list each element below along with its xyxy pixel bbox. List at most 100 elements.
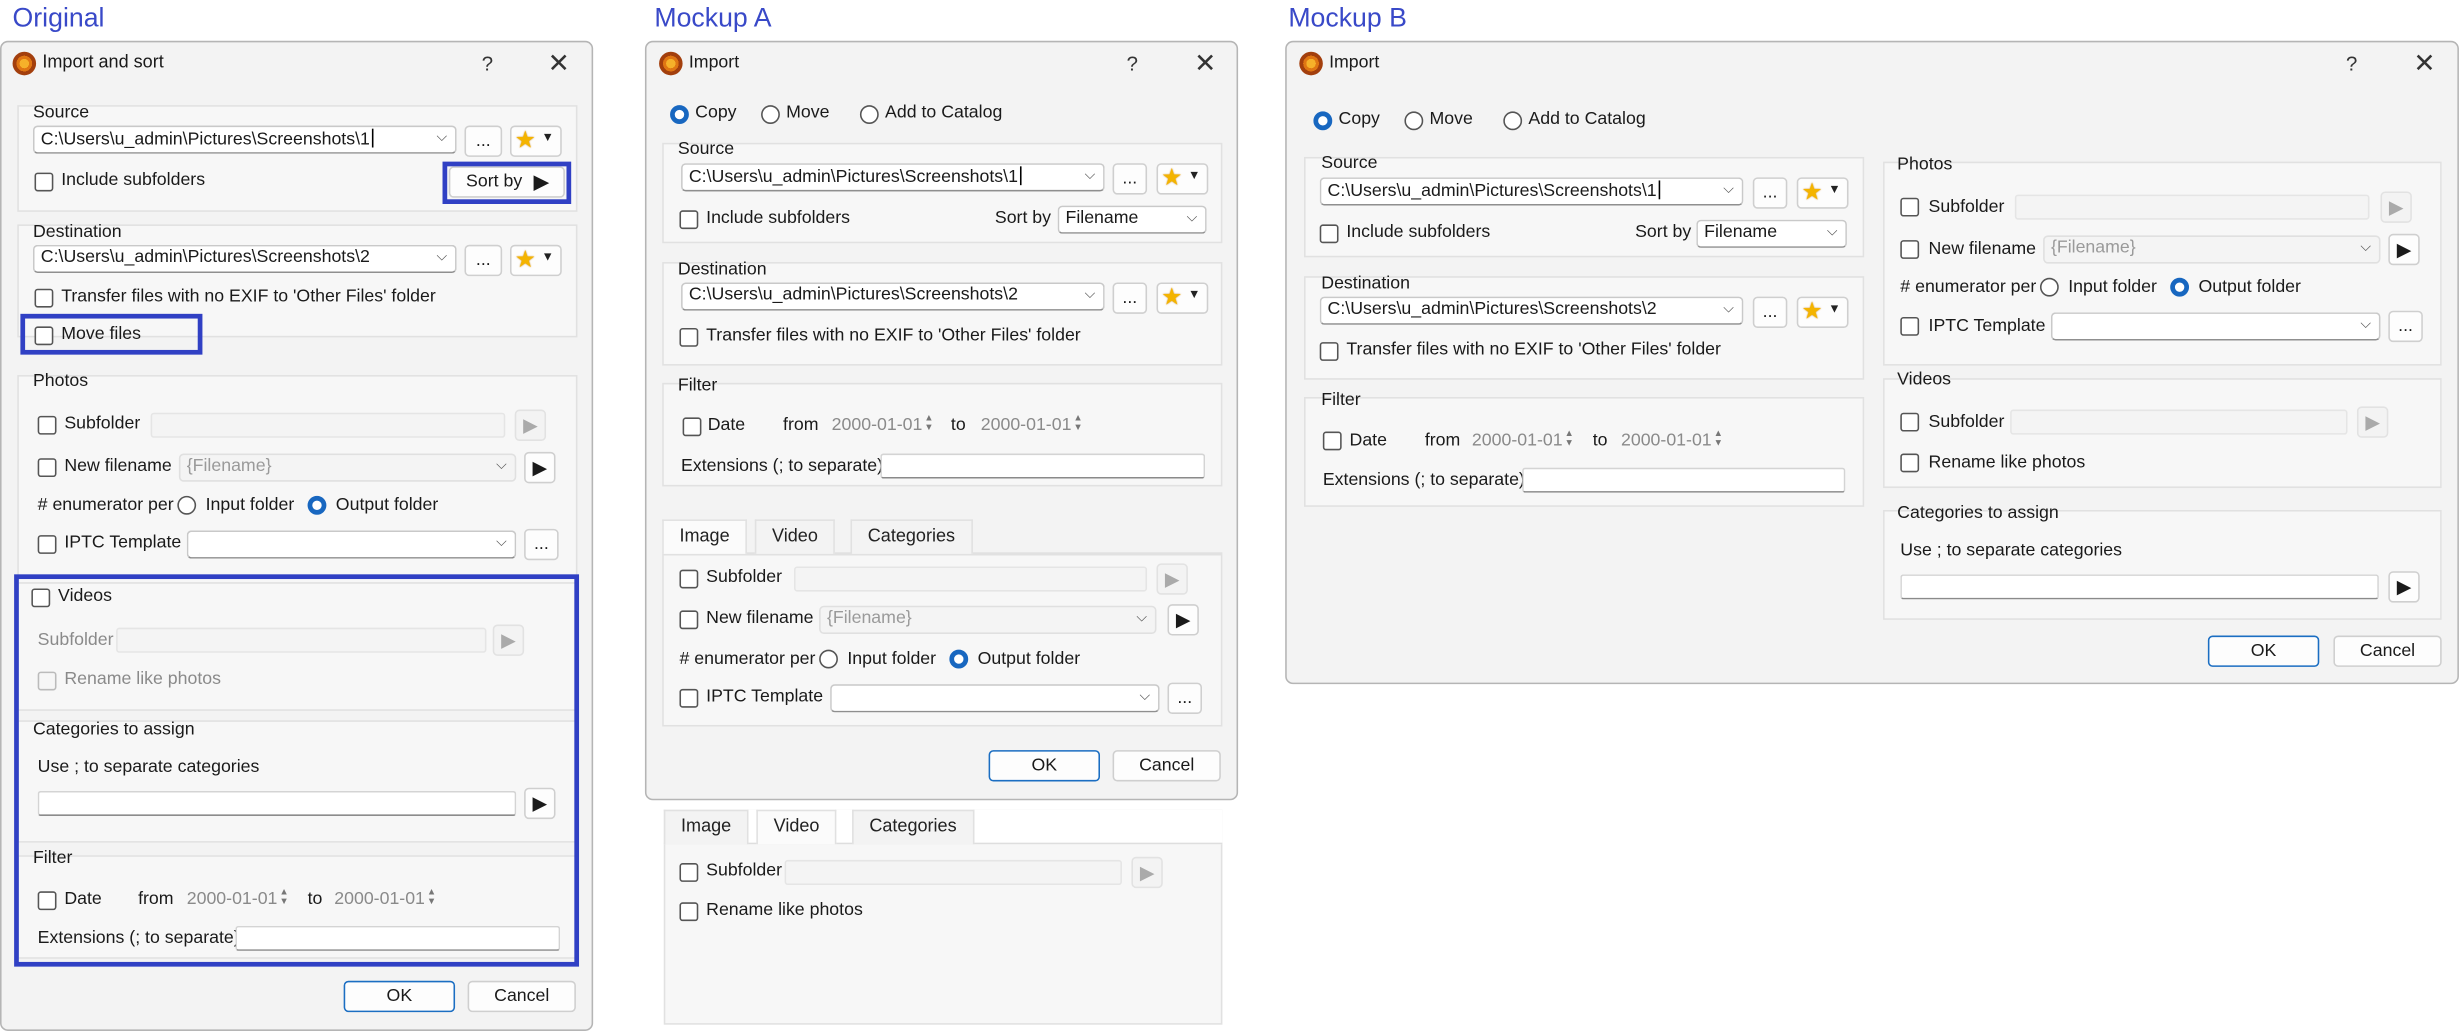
date-from-field[interactable]: 2000-01-01 (832, 416, 923, 435)
new-filename-checkbox[interactable] (1900, 240, 1920, 259)
videos-checkbox[interactable] (31, 588, 51, 608)
move-radio[interactable] (761, 105, 780, 124)
sort-by-combo[interactable]: Filename ⌵ (1696, 219, 1847, 248)
tab-video[interactable]: Video (756, 809, 837, 845)
ok-button[interactable]: OK (2207, 635, 2320, 667)
ok-button[interactable]: OK (343, 980, 456, 1013)
videos-subfolder-field[interactable] (116, 627, 487, 653)
help-button[interactable]: ? (482, 52, 493, 76)
new-filename-combo[interactable]: {Filename} ⌵ (2043, 235, 2381, 264)
photos-subfolder-checkbox[interactable] (37, 415, 57, 435)
add-to-catalog-radio[interactable] (1503, 111, 1523, 131)
iptc-browse-button[interactable]: ... (1167, 682, 1203, 714)
destination-favorites-button[interactable]: ★ ▼ (509, 244, 562, 277)
output-folder-radio[interactable] (307, 495, 327, 515)
iptc-template-combo[interactable]: ⌵ (186, 530, 517, 559)
photos-subfolder-field[interactable] (150, 412, 506, 438)
videos-subfolder-play-button[interactable]: ▶ (492, 624, 525, 656)
new-filename-play-button[interactable]: ▶ (2388, 233, 2420, 266)
output-folder-radio[interactable] (2170, 277, 2190, 297)
input-folder-radio[interactable] (177, 495, 197, 515)
new-filename-combo[interactable]: {Filename} ⌵ (819, 605, 1157, 634)
add-to-catalog-radio[interactable] (859, 105, 879, 124)
videos-subfolder-field[interactable] (2010, 409, 2348, 435)
spin-arrows-icon[interactable]: ▲ ▼ (1714, 430, 1723, 449)
move-files-checkbox[interactable] (34, 326, 54, 346)
new-filename-combo[interactable]: {Filename} ⌵ (178, 453, 517, 482)
close-button[interactable]: ✕ (1194, 49, 1216, 80)
source-favorites-button[interactable]: ★ ▼ (1156, 163, 1209, 195)
sort-by-combo[interactable]: Filename ⌵ (1057, 205, 1207, 234)
help-button[interactable]: ? (1127, 52, 1138, 76)
copy-radio[interactable] (1313, 111, 1333, 131)
photos-subfolder-play-button[interactable]: ▶ (1156, 563, 1188, 595)
destination-path-combo[interactable]: C:\Users\u_admin\Pictures\Screenshots\2 ⌵ (1319, 296, 1744, 325)
date-checkbox[interactable] (1322, 431, 1342, 451)
destination-favorites-button[interactable]: ★ ▼ (1156, 282, 1209, 314)
transfer-no-exif-checkbox[interactable] (679, 327, 699, 347)
date-to-field[interactable]: 2000-01-01 (1621, 432, 1712, 451)
iptc-template-checkbox[interactable] (1900, 316, 1920, 336)
input-folder-radio[interactable] (2039, 277, 2059, 297)
destination-favorites-button[interactable]: ★ ▼ (1796, 296, 1849, 328)
spin-arrows-icon[interactable]: ▲ ▼ (427, 888, 436, 907)
destination-path-combo[interactable]: C:\Users\u_admin\Pictures\Screenshots\2 ⌵ (681, 282, 1105, 311)
categories-play-button[interactable]: ▶ (524, 787, 556, 820)
source-path-combo[interactable]: C:\Users\u_admin\Pictures\Screenshots\1 ⌵ (32, 125, 457, 154)
photos-subfolder-field[interactable] (794, 566, 1148, 592)
photos-subfolder-play-button[interactable]: ▶ (514, 409, 547, 441)
categories-field[interactable] (1900, 574, 2379, 600)
destination-path-combo[interactable]: C:\Users\u_admin\Pictures\Screenshots\2 ⌵ (32, 244, 457, 274)
source-browse-button[interactable]: ... (464, 125, 503, 157)
photos-subfolder-field[interactable] (2014, 194, 2370, 220)
videos-subfolder-play-button[interactable]: ▶ (2356, 406, 2389, 438)
help-button[interactable]: ? (2346, 52, 2357, 76)
include-subfolders-checkbox[interactable] (1319, 224, 1339, 244)
input-folder-radio[interactable] (819, 649, 838, 669)
tab-image[interactable]: Image (663, 809, 749, 845)
new-filename-checkbox[interactable] (37, 458, 57, 478)
spin-arrows-icon[interactable]: ▲ ▼ (1073, 414, 1082, 433)
tab-image[interactable]: Image (662, 519, 747, 554)
iptc-template-combo[interactable]: ⌵ (2050, 312, 2381, 341)
date-from-field[interactable]: 2000-01-01 (1472, 432, 1563, 451)
transfer-no-exif-checkbox[interactable] (1319, 342, 1339, 361)
videos-subfolder-play-button[interactable]: ▶ (1131, 856, 1163, 889)
copy-radio[interactable] (670, 105, 689, 124)
iptc-template-combo[interactable]: ⌵ (830, 684, 1160, 713)
destination-browse-button[interactable]: ... (464, 244, 503, 277)
cancel-button[interactable]: Cancel (2333, 635, 2442, 667)
move-radio[interactable] (1404, 111, 1424, 131)
source-favorites-button[interactable]: ★ ▼ (509, 125, 562, 157)
tab-categories[interactable]: Categories (850, 519, 973, 554)
iptc-browse-button[interactable]: ... (524, 528, 559, 561)
date-to-field[interactable]: 2000-01-01 (334, 890, 425, 909)
ok-button[interactable]: OK (988, 750, 1101, 782)
date-from-field[interactable]: 2000-01-01 (187, 890, 278, 909)
spin-arrows-icon[interactable]: ▲ ▼ (924, 414, 933, 433)
date-to-field[interactable]: 2000-01-01 (981, 416, 1072, 435)
extensions-field[interactable] (1522, 467, 1846, 493)
spin-arrows-icon[interactable]: ▲ ▼ (1564, 430, 1573, 449)
source-browse-button[interactable]: ... (1752, 177, 1788, 209)
videos-subfolder-field[interactable] (784, 859, 1122, 886)
photos-subfolder-play-button[interactable]: ▶ (2380, 191, 2412, 223)
destination-browse-button[interactable]: ... (1752, 296, 1788, 328)
source-path-combo[interactable]: C:\Users\u_admin\Pictures\Screenshots\1 ⌵ (681, 163, 1105, 192)
source-favorites-button[interactable]: ★ ▼ (1796, 177, 1849, 209)
videos-subfolder-checkbox[interactable] (679, 863, 699, 882)
cancel-button[interactable]: Cancel (467, 980, 576, 1013)
destination-browse-button[interactable]: ... (1112, 282, 1148, 314)
iptc-template-checkbox[interactable] (37, 535, 57, 554)
date-checkbox[interactable] (37, 891, 57, 911)
iptc-browse-button[interactable]: ... (2388, 310, 2423, 343)
categories-field[interactable] (37, 790, 517, 816)
tab-video[interactable]: Video (754, 519, 836, 554)
rename-like-photos-checkbox[interactable] (679, 902, 699, 922)
include-subfolders-checkbox[interactable] (34, 172, 54, 192)
output-folder-radio[interactable] (949, 649, 969, 669)
include-subfolders-checkbox[interactable] (679, 210, 699, 230)
tab-categories[interactable]: Categories (852, 809, 974, 845)
transfer-no-exif-checkbox[interactable] (34, 288, 54, 308)
extensions-field[interactable] (235, 925, 561, 951)
